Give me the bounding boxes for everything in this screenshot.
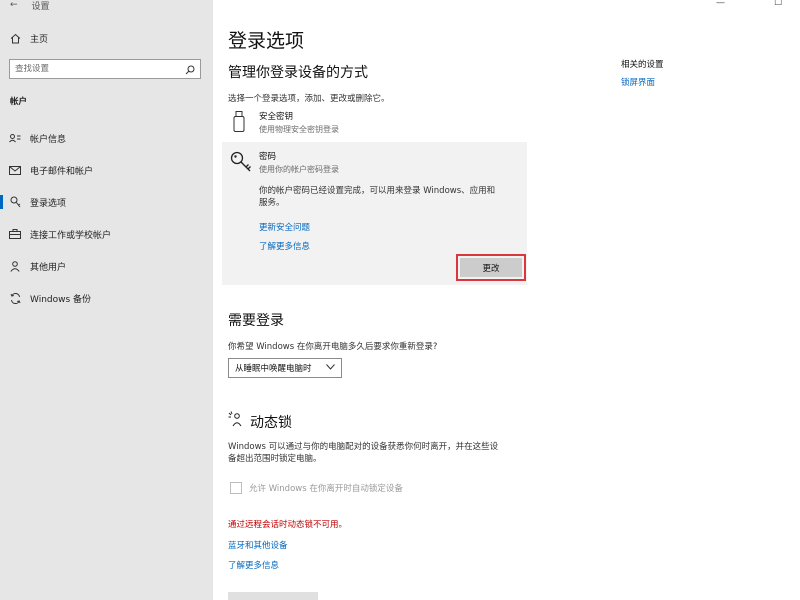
nav-home[interactable]: 主页: [0, 26, 213, 50]
related-settings-heading: 相关的设置: [621, 60, 664, 70]
sidebar-item-label: 帐户信息: [30, 134, 67, 145]
security-key-title: 安全密钥: [259, 112, 294, 122]
update-security-questions-link[interactable]: 更新安全问题: [259, 221, 310, 233]
change-password-highlight: 更改: [456, 254, 526, 281]
dynamic-lock-icon: [228, 411, 244, 431]
dynamic-lock-desc-line2: 备超出范围时锁定电脑。: [228, 454, 322, 464]
sidebar-item-email-accounts[interactable]: 电子邮件和帐户: [0, 158, 213, 182]
sidebar-item-label: 登录选项: [30, 198, 67, 209]
require-signin-dropdown[interactable]: 从睡眠中唤醒电脑时: [228, 358, 342, 378]
sidebar-item-work-school[interactable]: 连接工作或学校帐户: [0, 222, 213, 246]
mail-icon: [9, 165, 21, 175]
learn-more-link[interactable]: 了解更多信息: [259, 240, 310, 252]
dynamic-lock-error: 通过远程会话时动态锁不可用。: [228, 520, 348, 530]
lock-screen-link[interactable]: 锁屏界面: [621, 76, 655, 88]
security-key-desc: 使用物理安全密钥登录: [259, 125, 339, 134]
dynamic-lock-learn-more-link[interactable]: 了解更多信息: [228, 559, 279, 571]
password-info-line1: 你的帐户密码已经设置完成，可以用来登录 Windows、应用和: [259, 186, 496, 196]
sidebar-item-label: 其他用户: [30, 262, 67, 273]
person-icon: [9, 260, 21, 272]
back-arrow-icon: ←: [10, 0, 18, 10]
search-input[interactable]: [15, 64, 175, 74]
password-desc: 使用你的帐户密码登录: [259, 165, 339, 174]
back-button[interactable]: ← 设置: [10, 0, 50, 12]
page-title: 登录选项: [228, 30, 305, 52]
choose-text: 选择一个登录选项，添加、更改或删除它。: [228, 94, 390, 104]
bluetooth-devices-link[interactable]: 蓝牙和其他设备: [228, 539, 288, 551]
dynamic-lock-desc-line1: Windows 可以通过与你的电脑配对的设备获悉你何时离开，并在这些设: [228, 442, 499, 452]
password-info-line2: 服务。: [259, 198, 285, 208]
main-content: 登录选项 管理你登录设备的方式 选择一个登录选项，添加、更改或删除它。 相关的设…: [213, 0, 800, 600]
sidebar-item-label: 电子邮件和帐户: [30, 166, 94, 177]
search-icon[interactable]: [185, 60, 195, 79]
nav-home-label: 主页: [30, 34, 49, 45]
manage-heading: 管理你登录设备的方式: [228, 65, 368, 81]
dynamic-lock-heading: 动态锁: [250, 415, 292, 431]
section-label-account: 帐户: [10, 97, 28, 107]
briefcase-icon: [9, 229, 21, 239]
dynamic-lock-checkbox-label: 允许 Windows 在你离开时自动锁定设备: [249, 484, 403, 494]
sidebar-item-label: Windows 备份: [30, 294, 92, 305]
require-signin-question: 你希望 Windows 在你离开电脑多久后要求你重新登录?: [228, 342, 438, 352]
sidebar-item-account-info[interactable]: 帐户信息: [0, 126, 213, 150]
change-password-button[interactable]: 更改: [460, 258, 522, 277]
dropdown-value: 从睡眠中唤醒电脑时: [235, 364, 312, 374]
person-card-icon: [9, 133, 21, 143]
usb-key-icon: [233, 111, 245, 137]
dynamic-lock-checkbox-row[interactable]: 允许 Windows 在你离开时自动锁定设备: [230, 482, 403, 494]
sidebar: ← 设置 主页 帐户 帐户信息 电子邮件和帐户 登录选项: [0, 0, 213, 600]
password-key-icon: [230, 151, 252, 177]
active-indicator: [0, 195, 3, 209]
chevron-down-icon: [326, 363, 335, 373]
require-signin-heading: 需要登录: [228, 313, 284, 329]
search-box[interactable]: [9, 59, 201, 79]
sidebar-item-sign-in-options[interactable]: 登录选项: [0, 190, 213, 214]
sidebar-item-label: 连接工作或学校帐户: [30, 230, 112, 241]
key-icon: [9, 196, 21, 208]
sync-icon: [9, 292, 21, 304]
password-title: 密码: [259, 152, 277, 162]
sidebar-item-other-users[interactable]: 其他用户: [0, 254, 213, 278]
next-section-heading-cutoff: [228, 592, 318, 600]
sidebar-item-windows-backup[interactable]: Windows 备份: [0, 286, 213, 310]
back-label: 设置: [31, 1, 50, 12]
home-icon: [9, 33, 21, 44]
dynamic-lock-checkbox[interactable]: [230, 482, 242, 494]
